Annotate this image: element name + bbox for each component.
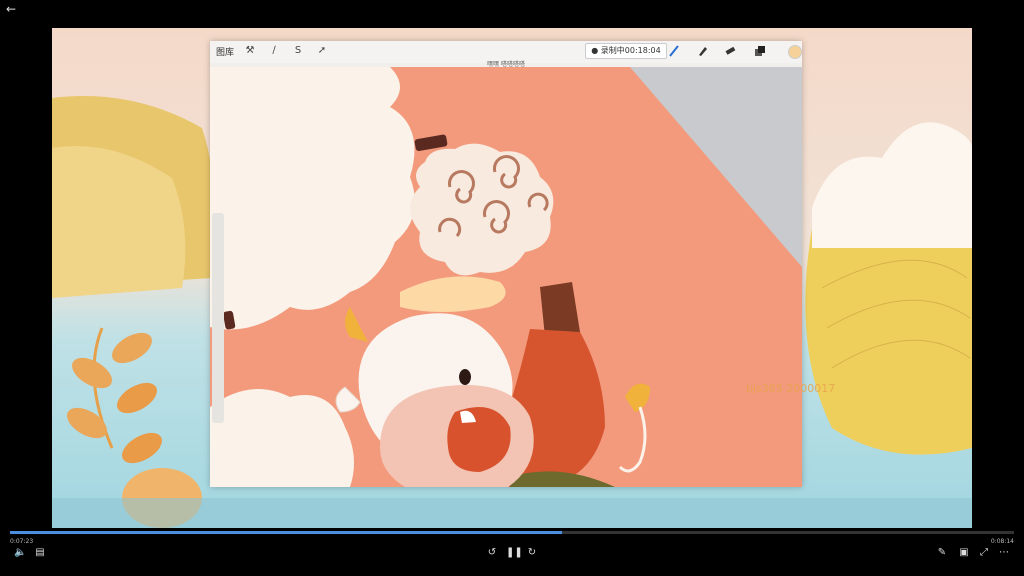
drawing-canvas[interactable] xyxy=(210,67,802,487)
video-frame: 图库 ⚒ ∕ S ➚ ● 录制中00:18:04 嘿嘿 嗒嗒嗒嗒 bjs365 … xyxy=(52,28,972,546)
volume-icon[interactable]: 🔈 xyxy=(14,547,26,559)
back-arrow-icon[interactable]: ← xyxy=(6,3,16,15)
pip-icon[interactable]: ▣ xyxy=(958,547,970,559)
video-player-controls: 0:07:23 0:08:14 🔈 ▤ ↺ ❚❚ ↻ ✎ ▣ ⤢ ⋯ xyxy=(0,528,1024,576)
eraser-icon[interactable] xyxy=(724,45,736,57)
wrench-icon[interactable]: ⚒ xyxy=(244,45,256,57)
brush-icon[interactable] xyxy=(668,45,680,57)
color-picker-swatch[interactable] xyxy=(788,45,802,59)
subtitles-icon[interactable]: ▤ xyxy=(34,547,46,559)
gallery-button[interactable]: 图库 xyxy=(216,45,234,58)
brush-size-slider[interactable] xyxy=(212,213,224,423)
app-toolbar: 图库 ⚒ ∕ S ➚ ● 录制中00:18:04 嘿嘿 嗒嗒嗒嗒 xyxy=(210,41,802,68)
forward-icon[interactable]: ↻ xyxy=(526,547,538,559)
progress-fill xyxy=(10,531,563,534)
adjustments-wand-icon[interactable]: ∕ xyxy=(268,45,280,57)
rewind-icon[interactable]: ↺ xyxy=(486,547,498,559)
total-time: 0:08:14 xyxy=(990,538,1014,545)
shrink-icon[interactable]: ⤢ xyxy=(978,547,990,559)
procreate-window: 图库 ⚒ ∕ S ➚ ● 录制中00:18:04 嘿嘿 嗒嗒嗒嗒 xyxy=(210,41,802,487)
top-bar: ← xyxy=(0,0,1024,28)
recording-indicator: ● 录制中00:18:04 xyxy=(585,43,667,59)
current-time: 0:07:23 xyxy=(10,538,34,545)
canvas-artwork xyxy=(210,67,802,487)
watermark-text: bjs365 2000017 xyxy=(746,382,836,395)
transform-arrow-icon[interactable]: ➚ xyxy=(316,45,328,57)
edit-icon[interactable]: ✎ xyxy=(936,547,948,559)
more-options-icon[interactable]: ⋯ xyxy=(998,547,1010,559)
layers-icon[interactable] xyxy=(754,45,766,57)
selection-icon[interactable]: S xyxy=(292,45,304,57)
progress-bar[interactable] xyxy=(10,531,1014,534)
smudge-icon[interactable] xyxy=(696,45,708,57)
pause-icon[interactable]: ❚❚ xyxy=(506,547,523,559)
